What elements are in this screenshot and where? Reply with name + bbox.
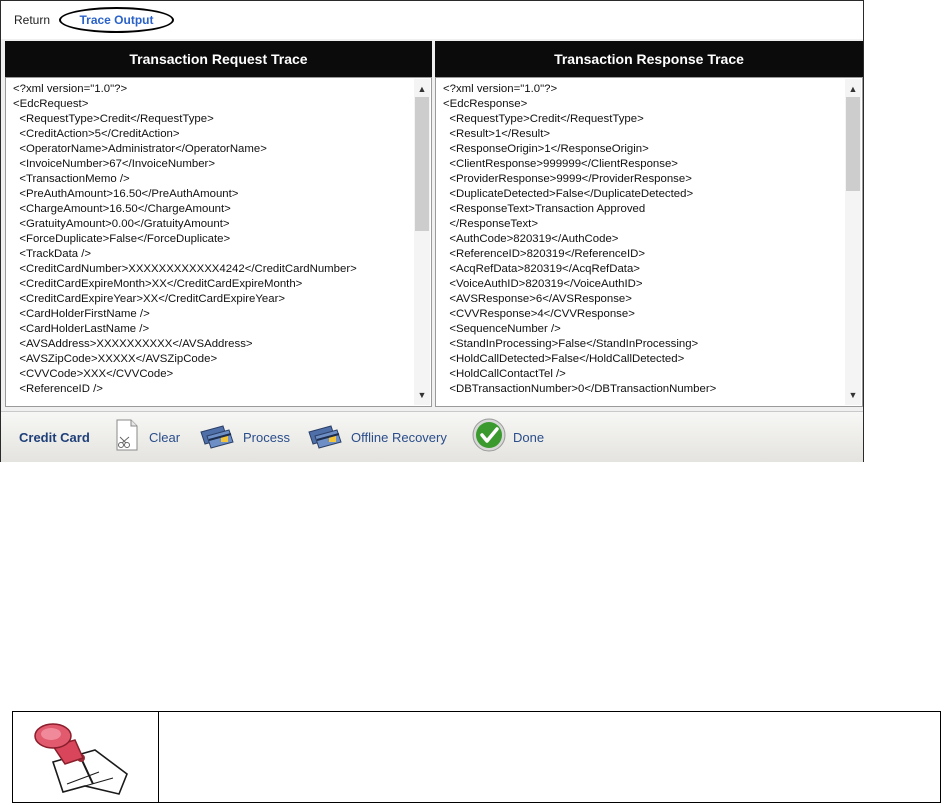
trace-line: <HoldCallContactTel />	[443, 368, 566, 380]
trace-line: <TransactionMemo />	[13, 173, 130, 185]
scroll-up-arrow-icon[interactable]: ▲	[845, 81, 861, 97]
trace-line: <EdcRequest>	[13, 98, 89, 110]
trace-line: <ResponseText>Transaction Approved	[443, 203, 646, 215]
checkmark-icon	[471, 417, 507, 458]
offline-recovery-button[interactable]: Offline Recovery	[307, 420, 447, 454]
clear-page-icon	[109, 418, 143, 457]
trace-line: <AVSZipCode>XXXXX</AVSZipCode>	[13, 353, 218, 365]
scroll-up-arrow-icon[interactable]: ▲	[414, 81, 430, 97]
trace-line: <TrackData />	[13, 248, 92, 260]
trace-line: <ClientResponse>999999</ClientResponse>	[443, 158, 678, 170]
trace-line: <GratuityAmount>0.00</GratuityAmount>	[13, 218, 230, 230]
trace-line: <ReferenceID />	[13, 383, 103, 395]
trace-output-window: Return Trace Output Transaction Request …	[0, 0, 864, 462]
toolbar-title: Credit Card	[19, 430, 90, 445]
trace-line: <ResponseOrigin>1</ResponseOrigin>	[443, 143, 649, 155]
trace-line: <CardHolderFirstName />	[13, 308, 150, 320]
request-trace-lines: <?xml version="1.0"?> <EdcRequest> <Reque…	[13, 82, 411, 397]
request-trace-title: Transaction Request Trace	[5, 41, 432, 77]
response-trace-panel: Transaction Response Trace <?xml version…	[435, 41, 863, 407]
trace-line: <AuthCode>820319</AuthCode>	[443, 233, 619, 245]
note-divider	[158, 712, 159, 802]
offline-recovery-button-label: Offline Recovery	[351, 429, 447, 445]
trace-line: <CreditCardNumber>XXXXXXXXXXXX4242</Cred…	[13, 263, 357, 275]
trace-line: <DuplicateDetected>False</DuplicateDetec…	[443, 188, 694, 200]
trace-line: <EdcResponse>	[443, 98, 528, 110]
scroll-down-arrow-icon[interactable]: ▼	[414, 387, 430, 403]
request-scrollbar[interactable]: ▲ ▼	[414, 79, 430, 405]
trace-line: <DBTransactionNumber>0</DBTransactionNum…	[443, 383, 717, 395]
request-scroll-thumb[interactable]	[415, 97, 429, 231]
done-button[interactable]: Done	[471, 418, 545, 454]
trace-line: <ProviderResponse>9999</ProviderResponse…	[443, 173, 692, 185]
scroll-down-arrow-icon[interactable]: ▼	[845, 387, 861, 403]
trace-line: <CVVCode>XXX</CVVCode>	[13, 368, 174, 380]
request-trace-textbox[interactable]: <?xml version="1.0"?> <EdcRequest> <Reque…	[5, 77, 432, 407]
process-button[interactable]: Process	[199, 420, 290, 454]
done-button-label: Done	[513, 429, 545, 445]
trace-line: <ReferenceID>820319</ReferenceID>	[443, 248, 646, 260]
trace-line: <PreAuthAmount>16.50</PreAuthAmount>	[13, 188, 239, 200]
trace-line: <AVSResponse>6</AVSResponse>	[443, 293, 632, 305]
trace-line: <RequestType>Credit</RequestType>	[13, 113, 214, 125]
pushpin-note-icon	[23, 714, 141, 805]
trace-line: <VoiceAuthID>820319</VoiceAuthID>	[443, 278, 643, 290]
clear-button[interactable]: Clear	[109, 418, 181, 457]
tab-trace-output[interactable]: Trace Output	[59, 7, 174, 33]
response-trace-title: Transaction Response Trace	[435, 41, 863, 77]
trace-line: </ResponseText>	[443, 218, 538, 230]
request-trace-panel: Transaction Request Trace <?xml version=…	[5, 41, 432, 407]
response-scrollbar[interactable]: ▲ ▼	[845, 79, 861, 405]
trace-line: <AcqRefData>820319</AcqRefData>	[443, 263, 640, 275]
process-button-label: Process	[243, 429, 290, 445]
trace-line: <CVVResponse>4</CVVResponse>	[443, 308, 635, 320]
response-trace-lines: <?xml version="1.0"?> <EdcResponse> <Requ…	[443, 82, 842, 397]
trace-line: <?xml version="1.0"?>	[13, 83, 128, 95]
credit-cards-icon	[307, 418, 345, 457]
trace-line: <SequenceNumber />	[443, 323, 561, 335]
trace-line: <AVSAddress>XXXXXXXXXX</AVSAddress>	[13, 338, 253, 350]
trace-line: <OperatorName>Administrator</OperatorNam…	[13, 143, 267, 155]
tab-return[interactable]: Return	[14, 13, 50, 27]
trace-line: <Result>1</Result>	[443, 128, 551, 140]
trace-line: <?xml version="1.0"?>	[443, 83, 558, 95]
trace-line: <CreditAction>5</CreditAction>	[13, 128, 180, 140]
response-trace-textbox[interactable]: <?xml version="1.0"?> <EdcResponse> <Requ…	[435, 77, 863, 407]
trace-line: <StandInProcessing>False</StandInProcess…	[443, 338, 699, 350]
trace-line: <HoldCallDetected>False</HoldCallDetecte…	[443, 353, 685, 365]
trace-line: <ChargeAmount>16.50</ChargeAmount>	[13, 203, 231, 215]
response-scroll-thumb[interactable]	[846, 97, 860, 191]
credit-cards-icon	[199, 418, 237, 457]
tab-bar: Return Trace Output	[1, 1, 863, 39]
trace-line: <RequestType>Credit</RequestType>	[443, 113, 644, 125]
trace-line: <CreditCardExpireMonth>XX</CreditCardExp…	[13, 278, 303, 290]
bottom-toolbar: Credit Card Clear Process Offline Recove…	[1, 411, 863, 462]
trace-line: <InvoiceNumber>67</InvoiceNumber>	[13, 158, 215, 170]
trace-line: <CreditCardExpireYear>XX</CreditCardExpi…	[13, 293, 286, 305]
clear-button-label: Clear	[149, 429, 181, 445]
note-box	[12, 711, 941, 803]
trace-line: <ForceDuplicate>False</ForceDuplicate>	[13, 233, 231, 245]
trace-line: <CardHolderLastName />	[13, 323, 150, 335]
